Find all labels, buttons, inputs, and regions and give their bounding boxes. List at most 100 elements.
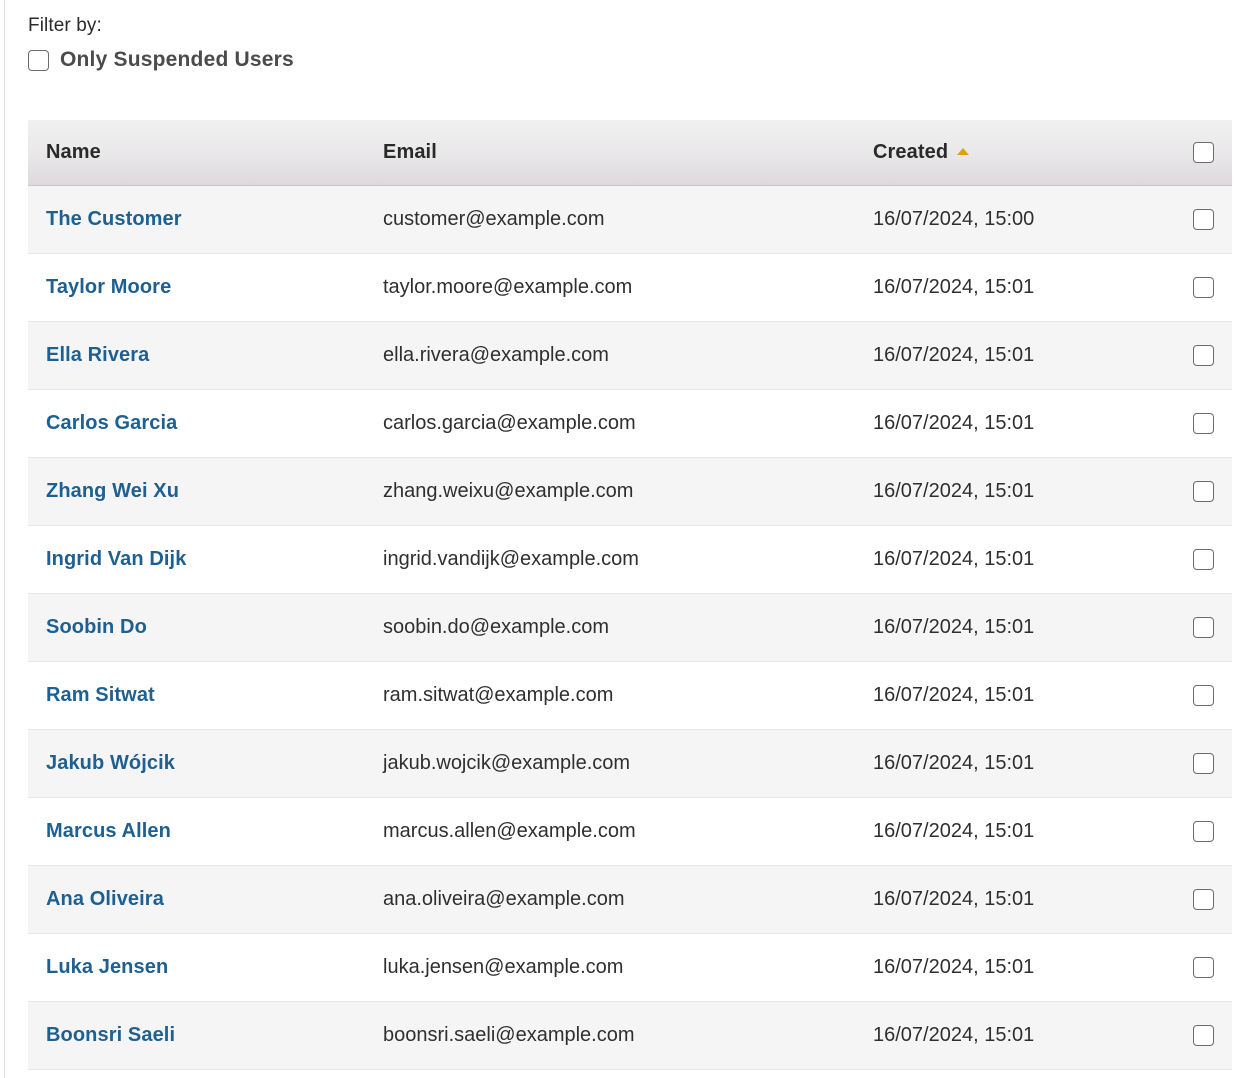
table-row: Soobin Do soobin.do@example.com 16/07/2024…: [28, 593, 1232, 662]
user-name-link[interactable]: Carlos Garcia: [46, 412, 177, 434]
cell-email: taylor.moore@example.com: [365, 253, 855, 322]
cell-select[interactable]: [1175, 457, 1232, 526]
cell-name: Zhang Wei Xu: [28, 457, 365, 526]
row-select-checkbox[interactable]: [1193, 956, 1214, 978]
table-row: Ingrid Van Dijk ingrid.vandijk@example.co…: [28, 525, 1232, 594]
user-name-link[interactable]: Jakub Wójcik: [46, 752, 175, 774]
row-select-checkbox[interactable]: [1193, 480, 1214, 502]
cell-created: 16/07/2024, 15:01: [855, 525, 1175, 594]
table-row: Luka Jensen luka.jensen@example.com 16/07/…: [28, 933, 1232, 1002]
user-name-link[interactable]: Zhang Wei Xu: [46, 480, 179, 502]
column-header-created-label: Created: [873, 140, 949, 163]
cell-name: Marcus Allen: [28, 797, 365, 866]
row-select-checkbox[interactable]: [1193, 616, 1214, 638]
cell-email: luka.jensen@example.com: [365, 933, 855, 1002]
cell-email: ingrid.vandijk@example.com: [365, 525, 855, 594]
select-all-checkbox[interactable]: [1193, 141, 1214, 163]
users-page: Filter by: Only Suspended Users Name Ema…: [0, 0, 1238, 1078]
cell-created: 16/07/2024, 15:00: [855, 185, 1175, 254]
cell-select[interactable]: [1175, 185, 1232, 254]
row-select-checkbox[interactable]: [1193, 888, 1214, 910]
cell-select[interactable]: [1175, 253, 1232, 322]
cell-email: zhang.weixu@example.com: [365, 457, 855, 526]
user-name-link[interactable]: Soobin Do: [46, 616, 147, 638]
cell-select[interactable]: [1175, 865, 1232, 934]
user-name-link[interactable]: Ram Sitwat: [46, 684, 155, 706]
cell-email: ana.oliveira@example.com: [365, 865, 855, 934]
content-pane-left-rule: [4, 0, 5, 1078]
cell-email: boonsri.saeli@example.com: [365, 1001, 855, 1070]
filter-section: Filter by: Only Suspended Users: [28, 14, 1028, 72]
table-row: Ram Sitwat ram.sitwat@example.com 16/07/20…: [28, 661, 1232, 730]
cell-select[interactable]: [1175, 321, 1232, 390]
user-name-link[interactable]: Taylor Moore: [46, 276, 171, 298]
table-header-row: Name Email Created: [28, 120, 1232, 186]
row-select-checkbox[interactable]: [1193, 276, 1214, 298]
only-suspended-users-filter[interactable]: Only Suspended Users: [28, 48, 1028, 72]
column-header-email-label: Email: [383, 140, 437, 163]
cell-created: 16/07/2024, 15:01: [855, 933, 1175, 1002]
table-row: Boonsri Saeli boonsri.saeli@example.com 16…: [28, 1001, 1232, 1070]
cell-email: marcus.allen@example.com: [365, 797, 855, 866]
table-row: Zhang Wei Xu zhang.weixu@example.com 16/07…: [28, 457, 1232, 526]
cell-name: Carlos Garcia: [28, 389, 365, 458]
row-select-checkbox[interactable]: [1193, 344, 1214, 366]
cell-select[interactable]: [1175, 797, 1232, 866]
user-name-link[interactable]: Marcus Allen: [46, 820, 171, 842]
row-select-checkbox[interactable]: [1193, 684, 1214, 706]
users-table: Name Email Created The Customer customer…: [28, 120, 1232, 1070]
row-select-checkbox[interactable]: [1193, 752, 1214, 774]
cell-name: Ingrid Van Dijk: [28, 525, 365, 594]
column-header-select-all[interactable]: [1175, 120, 1232, 186]
cell-created: 16/07/2024, 15:01: [855, 593, 1175, 662]
table-row: Taylor Moore taylor.moore@example.com 16/0…: [28, 253, 1232, 322]
column-header-created[interactable]: Created: [855, 120, 1175, 186]
row-select-checkbox[interactable]: [1193, 208, 1214, 230]
user-name-link[interactable]: The Customer: [46, 208, 182, 230]
table-row: Jakub Wójcik jakub.wojcik@example.com 16/0…: [28, 729, 1232, 798]
table-row: Ana Oliveira ana.oliveira@example.com 16/0…: [28, 865, 1232, 934]
user-name-link[interactable]: Ingrid Van Dijk: [46, 548, 186, 570]
cell-name: Jakub Wójcik: [28, 729, 365, 798]
table-row: Carlos Garcia carlos.garcia@example.com 16…: [28, 389, 1232, 458]
cell-name: Soobin Do: [28, 593, 365, 662]
cell-created: 16/07/2024, 15:01: [855, 389, 1175, 458]
cell-created: 16/07/2024, 15:01: [855, 1001, 1175, 1070]
user-name-link[interactable]: Ella Rivera: [46, 344, 149, 366]
cell-created: 16/07/2024, 15:01: [855, 321, 1175, 390]
only-suspended-users-checkbox[interactable]: [28, 49, 49, 71]
table-row: Ella Rivera ella.rivera@example.com 16/07/…: [28, 321, 1232, 390]
user-name-link[interactable]: Boonsri Saeli: [46, 1024, 175, 1046]
column-header-name[interactable]: Name: [28, 120, 365, 186]
cell-created: 16/07/2024, 15:01: [855, 729, 1175, 798]
cell-created: 16/07/2024, 15:01: [855, 797, 1175, 866]
cell-name: Boonsri Saeli: [28, 1001, 365, 1070]
row-select-checkbox[interactable]: [1193, 820, 1214, 842]
cell-select[interactable]: [1175, 525, 1232, 594]
cell-select[interactable]: [1175, 933, 1232, 1002]
cell-created: 16/07/2024, 15:01: [855, 865, 1175, 934]
cell-name: Ram Sitwat: [28, 661, 365, 730]
cell-select[interactable]: [1175, 389, 1232, 458]
cell-select[interactable]: [1175, 1001, 1232, 1070]
users-table-container: Name Email Created The Customer customer…: [28, 120, 1232, 1070]
row-select-checkbox[interactable]: [1193, 412, 1214, 434]
column-header-email[interactable]: Email: [365, 120, 855, 186]
cell-select[interactable]: [1175, 729, 1232, 798]
cell-email: customer@example.com: [365, 185, 855, 254]
cell-email: jakub.wojcik@example.com: [365, 729, 855, 798]
cell-name: Ana Oliveira: [28, 865, 365, 934]
cell-email: ella.rivera@example.com: [365, 321, 855, 390]
table-row: Marcus Allen marcus.allen@example.com 16/0…: [28, 797, 1232, 866]
user-name-link[interactable]: Luka Jensen: [46, 956, 168, 978]
table-row: The Customer customer@example.com 16/07/20…: [28, 185, 1232, 254]
column-header-name-label: Name: [46, 140, 101, 163]
cell-select[interactable]: [1175, 593, 1232, 662]
user-name-link[interactable]: Ana Oliveira: [46, 888, 164, 910]
cell-name: Luka Jensen: [28, 933, 365, 1002]
row-select-checkbox[interactable]: [1193, 548, 1214, 570]
only-suspended-users-label: Only Suspended Users: [60, 48, 294, 71]
row-select-checkbox[interactable]: [1193, 1024, 1214, 1046]
filter-by-label: Filter by:: [28, 15, 102, 36]
cell-select[interactable]: [1175, 661, 1232, 730]
